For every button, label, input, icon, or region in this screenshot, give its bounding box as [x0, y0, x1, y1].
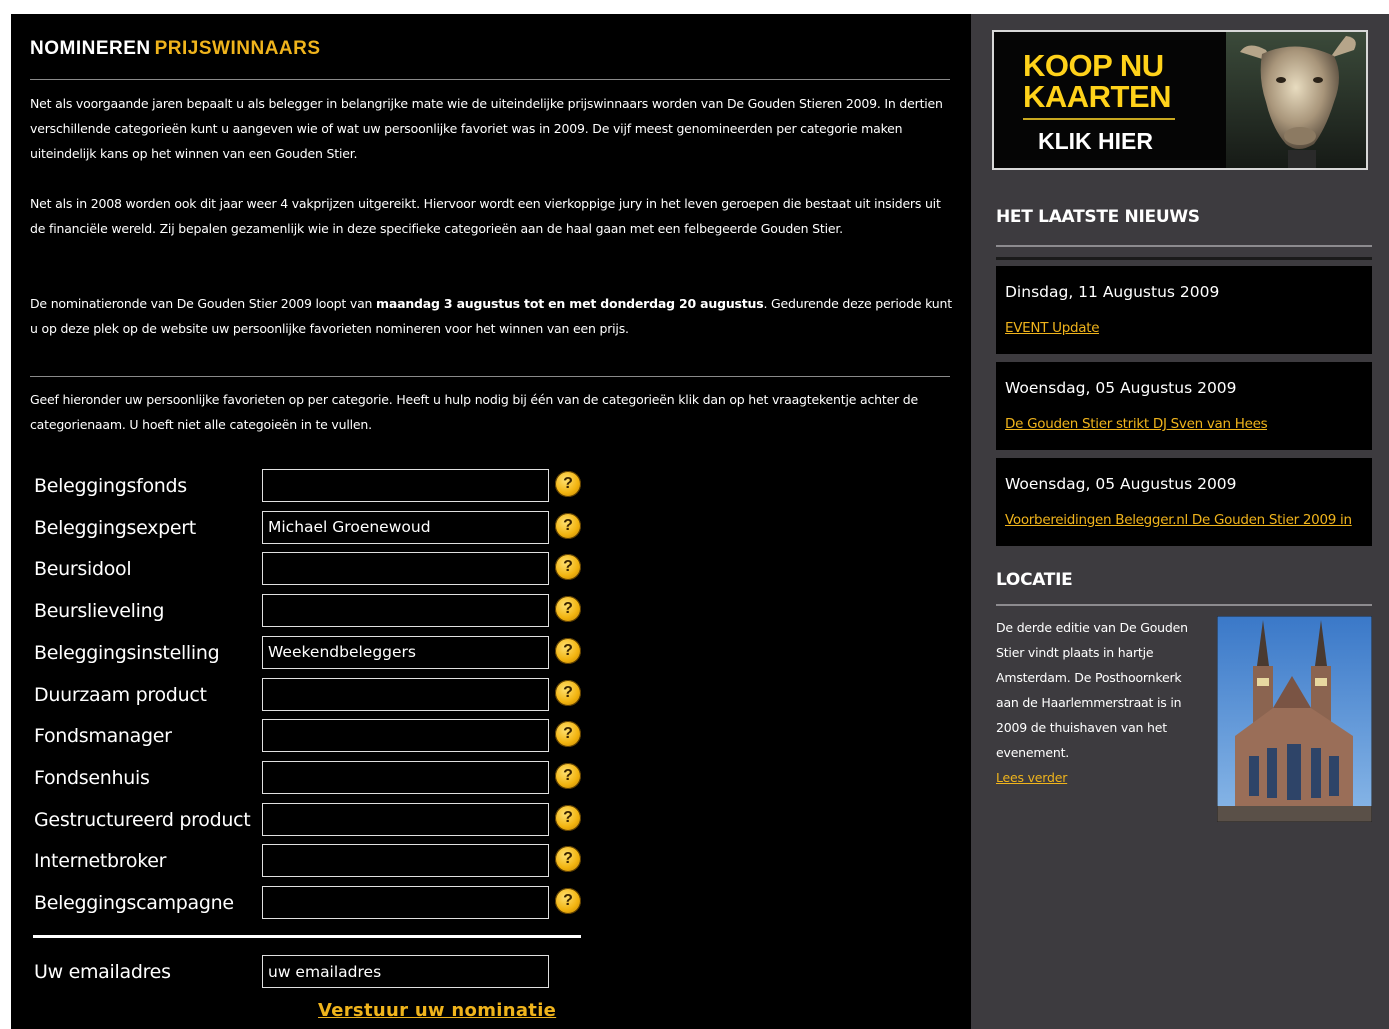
golden-bull-icon — [1226, 32, 1366, 168]
buy-tickets-banner[interactable]: KOOP NU KAARTEN KLIK HIER — [992, 30, 1368, 170]
field-row-beurslieveling: Beurslieveling? — [33, 594, 593, 628]
field-row-fondsenhuis: Fondsenhuis? — [33, 760, 593, 795]
news-date: Dinsdag, 11 Augustus 2009 — [1005, 283, 1220, 301]
nomination-field-fondsenhuis[interactable] — [262, 760, 549, 794]
field-row-gestructureerd-product: Gestructureerd product? — [33, 802, 593, 837]
page-title: NOMINEREN PRIJSWINNAARS — [30, 38, 321, 60]
nomination-field-beursidool[interactable] — [262, 552, 549, 586]
location-heading: LOCATIE — [996, 570, 1073, 590]
field-label: Beursidool — [34, 558, 132, 581]
news-divider-dark — [996, 257, 1372, 260]
location-divider — [996, 604, 1372, 606]
field-label: Beleggingsfonds — [34, 475, 187, 497]
help-icon[interactable]: ? — [555, 679, 581, 706]
banner-headline: KOOP NU KAARTEN — [1023, 48, 1172, 114]
email-row: Uw emailadres — [33, 955, 593, 989]
field-label: Beleggingscampagne — [34, 892, 234, 914]
field-label: Fondsenhuis — [34, 766, 150, 789]
news-item: Dinsdag, 11 Augustus 2009 EVENT Update — [996, 266, 1372, 354]
intro-paragraph-2: Net als in 2008 worden ook dit jaar weer… — [30, 196, 941, 236]
intro-p3-start: De nominatieronde van De Gouden Stier 20… — [30, 296, 377, 311]
nomination-field-beurslieveling[interactable] — [262, 594, 549, 628]
submit-nomination-button[interactable]: Verstuur uw nominatie — [318, 1000, 556, 1021]
news-link[interactable]: De Gouden Stier strikt DJ Sven van Hees — [1005, 416, 1267, 432]
news-date: Woensdag, 05 Augustus 2009 — [1005, 475, 1237, 493]
help-icon[interactable]: ? — [555, 804, 581, 831]
location-description: De derde editie van De Gouden Stier vind… — [996, 615, 1196, 790]
banner-cta: KLIK HIER — [1038, 128, 1153, 154]
field-row-beleggingscampagne: Beleggingscampagne? — [33, 886, 593, 920]
news-link[interactable]: EVENT Update — [1005, 320, 1099, 336]
banner-separator — [1023, 118, 1175, 120]
banner-line2: KAARTEN — [1023, 79, 1172, 114]
main-content: NOMINEREN PRIJSWINNAARS Net als voorgaand… — [11, 14, 971, 1029]
help-icon[interactable]: ? — [555, 888, 581, 914]
help-icon[interactable]: ? — [555, 512, 581, 539]
help-icon[interactable]: ? — [555, 596, 581, 623]
nomination-field-gestructureerd-product[interactable] — [262, 802, 549, 836]
form-divider — [33, 935, 581, 938]
field-label: Duurzaam product — [34, 683, 207, 706]
help-icon[interactable]: ? — [555, 471, 581, 497]
field-row-beursidool: Beursidool? — [33, 552, 593, 586]
location-text: De derde editie van De Gouden Stier vind… — [996, 620, 1188, 760]
nomination-period: maandag 3 augustus tot en met donderdag … — [376, 296, 764, 311]
intro-paragraph-1: Net als voorgaande jaren bepaalt u als b… — [30, 96, 943, 161]
field-label: Beurslieveling — [34, 600, 165, 623]
field-row-internetbroker: Internetbroker? — [33, 844, 593, 878]
help-icon[interactable]: ? — [555, 637, 581, 664]
page-title-part2: PRIJSWINNAARS — [154, 38, 321, 59]
nomination-field-internetbroker[interactable] — [262, 844, 549, 878]
intro-divider — [30, 376, 950, 377]
field-label: Gestructureerd product — [34, 808, 251, 831]
field-label: Internetbroker — [34, 850, 167, 873]
form-instructions: Geef hieronder uw persoonlijke favoriete… — [30, 392, 918, 432]
news-item: Woensdag, 05 Augustus 2009 De Gouden Stie… — [996, 362, 1372, 450]
nomination-field-beleggingscampagne[interactable] — [262, 886, 549, 919]
banner-line1: KOOP NU — [1023, 48, 1164, 83]
field-row-fondsmanager: Fondsmanager? — [33, 719, 593, 753]
nomination-field-fondsmanager[interactable] — [262, 719, 549, 753]
page-title-part1: NOMINEREN — [30, 38, 151, 59]
read-more-link[interactable]: Lees verder — [996, 765, 1067, 790]
field-row-beleggingsfonds: Beleggingsfonds? — [33, 469, 593, 503]
title-divider — [30, 79, 950, 80]
nomination-field-beleggingsfonds[interactable] — [262, 469, 549, 502]
news-item: Woensdag, 05 Augustus 2009 Voorbereidinge… — [996, 458, 1372, 546]
news-link[interactable]: Voorbereidingen Belegger.nl De Gouden St… — [1005, 512, 1352, 528]
intro-paragraph-3: De nominatieronde van De Gouden Stier 20… — [30, 291, 954, 341]
help-icon[interactable]: ? — [555, 721, 581, 748]
help-icon[interactable]: ? — [555, 762, 581, 789]
email-label: Uw emailadres — [34, 961, 171, 983]
field-row-duurzaam-product: Duurzaam product? — [33, 677, 593, 712]
field-row-beleggingsexpert: Beleggingsexpert? — [33, 510, 593, 545]
help-icon[interactable]: ? — [555, 846, 581, 873]
sidebar: KOOP NU KAARTEN KLIK HIER HET LAATSTE NI… — [971, 14, 1389, 1029]
nomination-field-beleggingsinstelling[interactable] — [262, 635, 549, 669]
email-field[interactable] — [262, 955, 549, 988]
news-heading: HET LAATSTE NIEUWS — [996, 207, 1200, 227]
field-label: Fondsmanager — [34, 725, 172, 748]
nomination-field-duurzaam-product[interactable] — [262, 677, 549, 711]
help-icon[interactable]: ? — [555, 554, 581, 581]
posthoornkerk-church-photo — [1217, 616, 1372, 822]
field-label: Beleggingsexpert — [34, 516, 196, 539]
field-label: Beleggingsinstelling — [34, 641, 220, 664]
news-divider — [996, 245, 1372, 247]
nomination-field-beleggingsexpert[interactable] — [262, 510, 549, 544]
news-date: Woensdag, 05 Augustus 2009 — [1005, 379, 1237, 397]
field-row-beleggingsinstelling: Beleggingsinstelling? — [33, 635, 593, 670]
